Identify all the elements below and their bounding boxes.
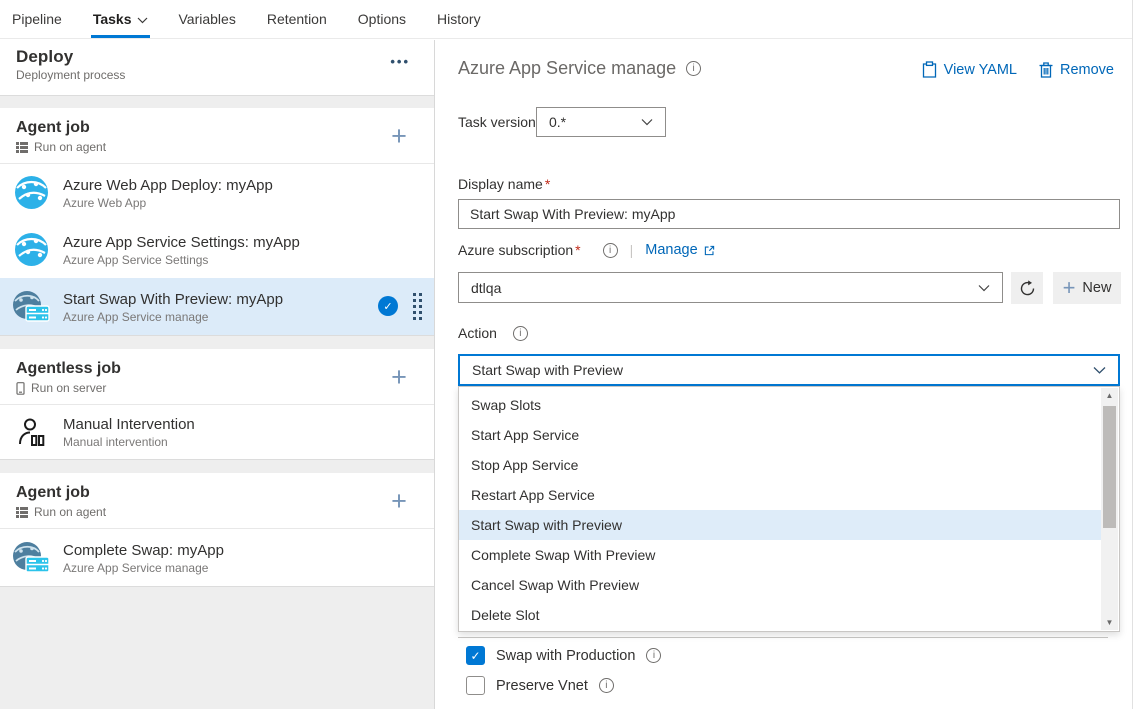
azure-web-app-icon <box>12 232 50 267</box>
option-start-swap-with-preview[interactable]: Start Swap with Preview <box>459 510 1101 540</box>
tab-variables[interactable]: Variables <box>177 0 238 38</box>
job-group-agent-2: Agent job Run on agent + <box>0 473 434 587</box>
agent-icon <box>16 507 28 518</box>
option-complete-swap-with-preview[interactable]: Complete Swap With Preview <box>459 540 1101 570</box>
app-service-manage-icon <box>12 289 50 324</box>
action-options-list: Swap Slots Start App Service Stop App Se… <box>458 386 1120 632</box>
chevron-down-icon <box>1093 366 1106 374</box>
info-icon[interactable]: i <box>686 61 701 76</box>
task-complete-swap[interactable]: Complete Swap: myApp Azure App Service m… <box>0 529 434 586</box>
add-task-icon[interactable]: + <box>386 489 412 515</box>
display-name-input[interactable] <box>458 199 1120 229</box>
subscription-select[interactable]: dtlqa <box>458 272 1003 303</box>
tab-retention[interactable]: Retention <box>265 0 329 38</box>
drag-handle[interactable] <box>413 293 422 320</box>
chevron-down-icon <box>641 118 653 126</box>
info-icon[interactable]: i <box>603 243 618 258</box>
add-task-icon[interactable]: + <box>386 365 412 391</box>
app-service-manage-icon <box>12 540 50 575</box>
tab-tasks[interactable]: Tasks <box>91 0 150 38</box>
trash-icon <box>1039 62 1053 78</box>
display-name-label: Display name* <box>458 176 550 192</box>
manual-intervention-icon <box>12 417 50 447</box>
job-group-agentless: Agentless job Run on server + <box>0 349 434 460</box>
tab-pipeline[interactable]: Pipeline <box>10 0 64 38</box>
task-version-label: Task version <box>458 114 536 130</box>
new-subscription-button[interactable]: + New <box>1053 272 1121 304</box>
clipboard-icon <box>922 61 937 78</box>
task-azure-web-app-deploy[interactable]: Azure Web App Deploy: myApp Azure Web Ap… <box>0 164 434 221</box>
scroll-down-icon[interactable]: ▼ <box>1101 618 1118 627</box>
action-label: Action i <box>458 325 528 341</box>
info-icon[interactable]: i <box>513 326 528 341</box>
task-manual-intervention[interactable]: Manual Intervention Manual intervention <box>0 405 434 459</box>
server-icon <box>16 382 25 395</box>
list-scrollbar[interactable]: ▲ ▼ <box>1101 388 1118 630</box>
agent-icon <box>16 142 28 153</box>
hidden-field-edge <box>458 637 1108 638</box>
more-icon[interactable]: ••• <box>390 54 410 69</box>
process-subtitle: Deployment process <box>16 68 418 82</box>
task-version-select[interactable]: 0.* <box>536 107 666 137</box>
refresh-button[interactable] <box>1011 272 1043 304</box>
option-start-app-service[interactable]: Start App Service <box>459 420 1101 450</box>
info-icon[interactable]: i <box>646 648 661 663</box>
job-group-agent-1: Agent job Run on agent + <box>0 108 434 336</box>
plus-icon: + <box>1063 279 1076 297</box>
manage-link[interactable]: Manage <box>645 242 714 258</box>
checkbox-checked[interactable]: ✓ <box>466 646 485 665</box>
view-yaml-button[interactable]: View YAML <box>922 61 1017 78</box>
deploy-process-card[interactable]: Deploy Deployment process ••• <box>0 40 434 96</box>
azure-web-app-icon <box>12 175 50 210</box>
task-detail-panel: Azure App Service manage i View YAML <box>435 39 1132 709</box>
agentless-job-header[interactable]: Agentless job Run on server + <box>0 349 434 405</box>
task-type-title: Azure App Service manage i <box>458 58 701 79</box>
task-azure-app-service-settings[interactable]: Azure App Service Settings: myApp Azure … <box>0 221 434 278</box>
app-window: Pipeline Tasks Variables Retention Optio… <box>0 0 1133 709</box>
chevron-down-icon <box>978 284 990 292</box>
external-link-icon <box>704 245 715 256</box>
process-title: Deploy <box>16 47 418 67</box>
azure-subscription-label: Azure subscription* i | Manage <box>458 242 715 258</box>
pipeline-tasks-sidebar: Deploy Deployment process ••• Agent job … <box>0 40 435 709</box>
task-start-swap-with-preview[interactable]: Start Swap With Preview: myApp Azure App… <box>0 278 434 335</box>
add-task-icon[interactable]: + <box>386 124 412 150</box>
chevron-down-icon <box>137 15 148 24</box>
selected-check-icon: ✓ <box>378 296 398 316</box>
required-asterisk: * <box>575 242 580 258</box>
option-restart-app-service[interactable]: Restart App Service <box>459 480 1101 510</box>
option-stop-app-service[interactable]: Stop App Service <box>459 450 1101 480</box>
checkbox-unchecked[interactable] <box>466 676 485 695</box>
option-cancel-swap-with-preview[interactable]: Cancel Swap With Preview <box>459 570 1101 600</box>
info-icon[interactable]: i <box>599 678 614 693</box>
scrollbar-thumb[interactable] <box>1103 406 1116 528</box>
swap-with-production-row[interactable]: ✓ Swap with Production i <box>466 646 661 665</box>
agent-job-header[interactable]: Agent job Run on agent + <box>0 108 434 164</box>
label-divider: | <box>630 242 634 258</box>
tab-history[interactable]: History <box>435 0 483 38</box>
scroll-up-icon[interactable]: ▲ <box>1101 391 1118 400</box>
agent-job-header[interactable]: Agent job Run on agent + <box>0 473 434 529</box>
action-select[interactable]: Start Swap with Preview <box>458 354 1120 386</box>
refresh-icon <box>1019 280 1036 297</box>
tab-options[interactable]: Options <box>356 0 408 38</box>
preserve-vnet-row[interactable]: Preserve Vnet i <box>466 676 614 695</box>
remove-button[interactable]: Remove <box>1039 61 1114 78</box>
option-swap-slots[interactable]: Swap Slots <box>459 390 1101 420</box>
option-delete-slot[interactable]: Delete Slot <box>459 600 1101 630</box>
required-asterisk: * <box>545 176 550 192</box>
top-tab-bar: Pipeline Tasks Variables Retention Optio… <box>0 0 1132 39</box>
panel-actions: View YAML Remove <box>922 61 1114 78</box>
